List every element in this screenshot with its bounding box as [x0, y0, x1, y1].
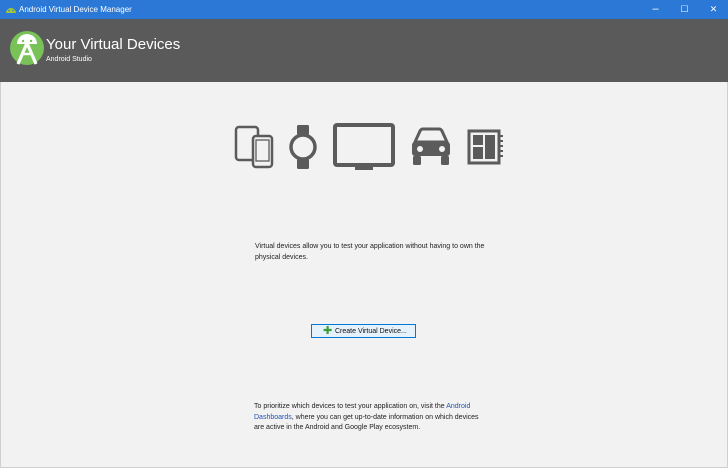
page-title: Your Virtual Devices	[46, 36, 181, 53]
phone-tablet-icon	[234, 125, 274, 169]
android-app-icon	[6, 8, 16, 13]
things-board-icon	[467, 129, 503, 165]
tv-icon	[333, 123, 395, 170]
android-studio-logo-icon	[10, 31, 44, 65]
window-title: Android Virtual Device Manager	[19, 5, 132, 14]
page-subtitle: Android Studio	[46, 56, 92, 63]
add-icon: ✚	[323, 325, 333, 337]
minimize-button[interactable]: –	[641, 0, 670, 19]
close-button[interactable]: ✕	[699, 0, 728, 19]
create-button-label: Create Virtual Device...	[335, 328, 407, 335]
main-content: Virtual devices allow you to test your a…	[0, 82, 728, 468]
maximize-button[interactable]: ☐	[670, 0, 699, 19]
car-icon	[412, 127, 450, 165]
footer-text: To prioritize which devices to test your…	[254, 402, 484, 434]
watch-icon	[289, 125, 317, 169]
intro-text: Virtual devices allow you to test your a…	[255, 243, 485, 261]
window-titlebar: Android Virtual Device Manager – ☐ ✕	[0, 0, 728, 19]
create-virtual-device-button[interactable]: ✚ Create Virtual Device...	[311, 324, 416, 338]
footer-text-before: To prioritize which devices to test your…	[254, 403, 447, 410]
page-header: Your Virtual Devices Android Studio	[0, 19, 728, 82]
